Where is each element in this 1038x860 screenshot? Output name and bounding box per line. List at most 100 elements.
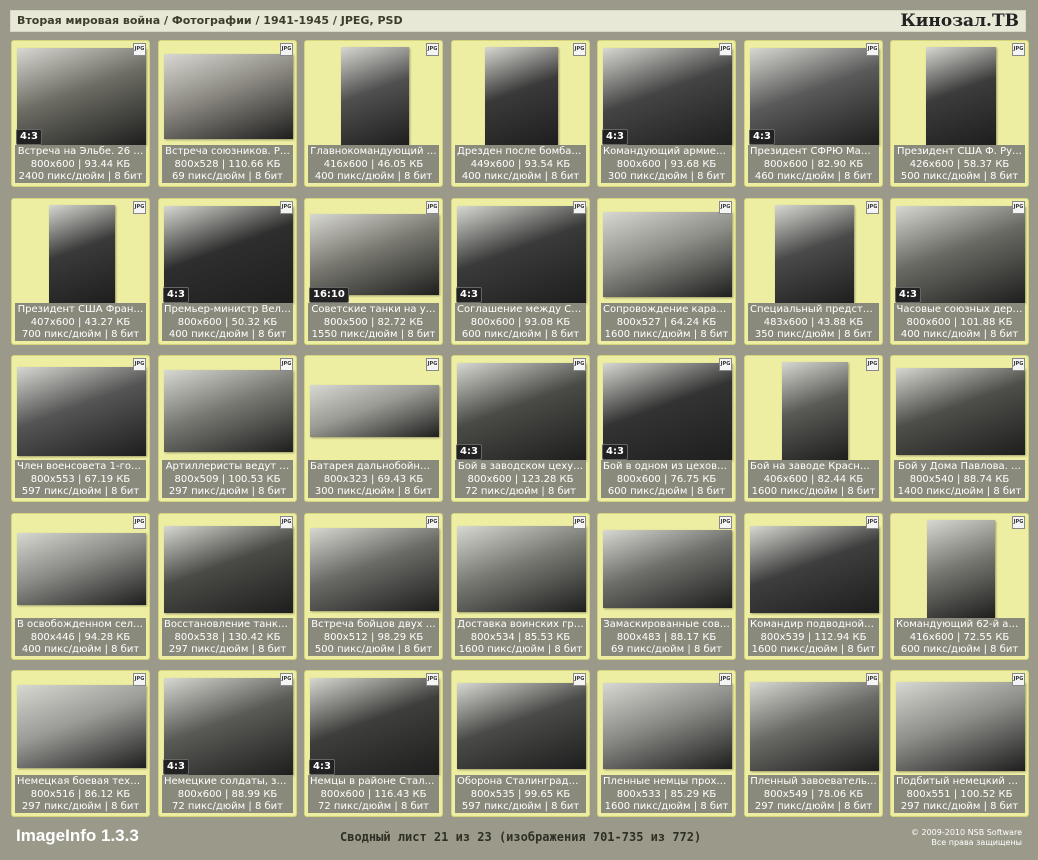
image-dims: 800x600 | 116.43 КБ <box>320 788 427 800</box>
thumbnail-tile[interactable]: JPG Немецкая боевая техн… 800x516 | 86.12 … <box>11 670 150 817</box>
thumbnail-image[interactable] <box>603 211 732 297</box>
thumbnail-image[interactable] <box>164 525 293 613</box>
thumbnail-tile[interactable]: JPG 4:3 Президент СФРЮ Мар… 800x600 | 82.90… <box>744 40 883 187</box>
thumbnail-tile[interactable]: JPG 4:3 Бой в одном из цехов … 800x600 | 76… <box>597 355 736 502</box>
thumbnail-tile[interactable]: JPG Командир подводной … 800x539 | 112.94 … <box>744 513 883 660</box>
thumbnail-image[interactable] <box>340 47 409 145</box>
thumbnail-tile[interactable]: JPG Пленный завоеватель… 800x549 | 78.06 К… <box>744 670 883 817</box>
image-title: Бой в одном из цехов … <box>603 461 731 472</box>
image-info-panel: Командующий армией… 800x600 | 93.68 КБ 300… <box>601 145 732 183</box>
thumbnail-image[interactable] <box>310 385 439 437</box>
image-info-panel: Оборона Сталинграда… 800x535 | 99.65 КБ 59… <box>455 775 586 813</box>
image-dims: 800x553 | 67.19 КБ <box>30 473 131 485</box>
image-title: Пленные немцы прохо… <box>603 776 732 787</box>
thumbnail-tile[interactable]: JPG Оборона Сталинграда… 800x535 | 99.65 К… <box>451 670 590 817</box>
breadcrumb[interactable]: Вторая мировая война / Фотографии / 1941… <box>17 14 403 27</box>
image-dims: 800x540 | 88.74 КБ <box>909 473 1010 485</box>
image-info-panel: Дрезден после бомбар… 449x600 | 93.54 КБ 4… <box>455 145 586 183</box>
thumbnail-image[interactable] <box>896 681 1025 771</box>
thumbnail-tile[interactable]: JPG В освобожденном селе… 800x446 | 94.28 … <box>11 513 150 660</box>
thumbnail-image[interactable] <box>457 526 586 612</box>
thumbnail-tile[interactable]: JPG Встреча бойцов двух … 800x512 | 98.29 … <box>304 513 443 660</box>
thumbnail-image[interactable] <box>485 47 558 145</box>
thumbnail-image[interactable] <box>926 520 995 618</box>
image-info-panel: Президент СФРЮ Мар… 800x600 | 82.90 КБ 460… <box>748 145 879 183</box>
jpg-file-icon: JPG <box>1012 43 1025 56</box>
image-info-panel: Замаскированные сов… 800x483 | 88.17 КБ 69… <box>601 618 732 656</box>
image-meta: 600 пикс/дюйм | 8 бит <box>461 329 580 340</box>
thumbnail-image[interactable] <box>17 366 146 456</box>
thumbnail-tile[interactable]: JPG Бой на заводе Красны… 406x600 | 82.44 … <box>744 355 883 502</box>
image-title: Президент СФРЮ Мар… <box>750 146 878 157</box>
thumbnail-tile[interactable]: JPG Президент США Фран… 407x600 | 43.27 КБ… <box>11 198 150 345</box>
app-name: ImageInfo 1.3.3 <box>16 826 139 845</box>
image-info-panel: Президент США Фран… 407x600 | 43.27 КБ 700… <box>15 303 146 341</box>
thumbnail-tile[interactable]: JPG 4:3 Премьер-министр Вели… 800x600 | 50.… <box>158 198 297 345</box>
thumbnail-tile[interactable]: JPG 4:3 Немецкие солдаты, за… 800x600 | 88.… <box>158 670 297 817</box>
image-info-panel: Член военсовета 1-го … 800x553 | 67.19 КБ… <box>15 460 146 498</box>
thumbnail-tile[interactable]: JPG Президент США Ф. Ру… 426x600 | 58.37 К… <box>890 40 1029 187</box>
image-meta: 597 пикс/дюйм | 8 бит <box>461 801 580 812</box>
image-meta: 69 пикс/дюйм | 8 бит <box>611 644 722 655</box>
image-title: Встреча союзников. Р… <box>165 146 290 157</box>
image-title: Пленный завоеватель… <box>750 776 877 787</box>
thumbnail-image[interactable] <box>310 213 439 295</box>
thumbnail-image[interactable] <box>781 362 848 460</box>
thumbnail-tile[interactable]: JPG Главнокомандующий … 416x600 | 46.05 КБ… <box>304 40 443 187</box>
jpg-file-icon: JPG <box>1012 673 1025 686</box>
jpg-file-icon: JPG <box>280 358 293 371</box>
image-meta: 1600 пикс/дюйм | 8 бит <box>751 486 876 497</box>
thumbnail-tile[interactable]: JPG 16:10 Советские танки на у… 800x500 | 8… <box>304 198 443 345</box>
thumbnail-image[interactable] <box>603 683 732 769</box>
image-info-panel: Президент США Ф. Ру… 426x600 | 58.37 КБ 50… <box>894 145 1025 183</box>
thumbnail-tile[interactable]: JPG 4:3 Часовые союзных дер… 800x600 | 101.… <box>890 198 1029 345</box>
image-dims: 800x551 | 100.52 КБ <box>906 788 1013 800</box>
image-meta: 69 пикс/дюйм | 8 бит <box>172 171 283 182</box>
thumbnail-tile[interactable]: JPG 4:3 Командующий армией… 800x600 | 93.68… <box>597 40 736 187</box>
thumbnail-tile[interactable]: JPG Бой у Дома Павлова. … 800x540 | 88.74 … <box>890 355 1029 502</box>
thumbnail-tile[interactable]: JPG 4:3 Немцы в районе Стали… 800x600 | 116… <box>304 670 443 817</box>
image-dims: 800x527 | 64.24 КБ <box>616 316 717 328</box>
image-meta: 500 пикс/дюйм | 8 бит <box>314 644 433 655</box>
image-title: Батарея дальнобойны… <box>310 461 438 472</box>
image-dims: 800x516 | 86.12 КБ <box>30 788 131 800</box>
thumbnail-image[interactable] <box>17 684 146 768</box>
thumbnail-image[interactable] <box>750 681 879 771</box>
thumbnail-image[interactable] <box>775 205 854 303</box>
thumbnail-tile[interactable]: JPG 4:3 Встреча на Эльбе. 26 … 800x600 | 93… <box>11 40 150 187</box>
thumbnail-tile[interactable]: JPG Дрезден после бомбар… 449x600 | 93.54 … <box>451 40 590 187</box>
image-info-panel: Бой у Дома Павлова. … 800x540 | 88.74 КБ 1… <box>894 460 1025 498</box>
thumbnail-image[interactable] <box>925 47 996 145</box>
thumbnail-tile[interactable]: JPG 4:3 Соглашение между СС… 800x600 | 93.0… <box>451 198 590 345</box>
thumbnail-tile[interactable]: JPG Командующий 62-й ар… 416x600 | 72.55 К… <box>890 513 1029 660</box>
thumbnail-tile[interactable]: JPG Доставка воинских гр… 800x534 | 85.53 … <box>451 513 590 660</box>
thumbnail-image[interactable] <box>750 525 879 613</box>
jpg-file-icon: JPG <box>280 673 293 686</box>
jpg-file-icon: JPG <box>573 43 586 56</box>
thumbnail-image[interactable] <box>603 530 732 608</box>
thumbnail-image[interactable] <box>164 53 293 139</box>
thumbnail-tile[interactable]: JPG Подбитый немецкий т… 800x551 | 100.52 … <box>890 670 1029 817</box>
thumbnail-tile[interactable]: JPG Артиллеристы ведут … 800x509 | 100.53 … <box>158 355 297 502</box>
thumbnail-tile[interactable]: JPG Встреча союзников. Р… 800x528 | 110.66… <box>158 40 297 187</box>
image-title: Президент США Ф. Ру… <box>896 146 1023 157</box>
thumbnail-tile[interactable]: JPG Пленные немцы прохо… 800x533 | 85.29 К… <box>597 670 736 817</box>
thumbnail-image[interactable] <box>17 533 146 605</box>
image-meta: 297 пикс/дюйм | 8 бит <box>754 801 873 812</box>
thumbnail-tile[interactable]: JPG Замаскированные сов… 800x483 | 88.17 К… <box>597 513 736 660</box>
thumbnail-image[interactable] <box>457 683 586 769</box>
thumbnail-tile[interactable]: JPG Специальный предста… 483x600 | 43.88 К… <box>744 198 883 345</box>
image-dims: 800x600 | 88.99 КБ <box>177 788 278 800</box>
thumbnail-image[interactable] <box>310 527 439 611</box>
aspect-ratio-badge: 4:3 <box>309 759 335 775</box>
thumbnail-tile[interactable]: JPG 4:3 Бой в заводском цеху… 800x600 | 123… <box>451 355 590 502</box>
thumbnail-tile[interactable]: JPG Сопровождение карав… 800x527 | 64.24 К… <box>597 198 736 345</box>
image-title: Сопровождение карав… <box>603 304 732 315</box>
thumbnail-tile[interactable]: JPG Восстановление танко… 800x538 | 130.42… <box>158 513 297 660</box>
thumbnail-tile[interactable]: JPG Член военсовета 1-го … 800x553 | 67.19… <box>11 355 150 502</box>
thumbnail-image[interactable] <box>164 370 293 452</box>
thumbnail-tile[interactable]: JPG Батарея дальнобойны… 800x323 | 69.43 К… <box>304 355 443 502</box>
image-dims: 800x600 | 101.88 КБ <box>906 316 1013 328</box>
thumbnail-image[interactable] <box>48 205 115 303</box>
thumbnail-image[interactable] <box>896 367 1025 455</box>
